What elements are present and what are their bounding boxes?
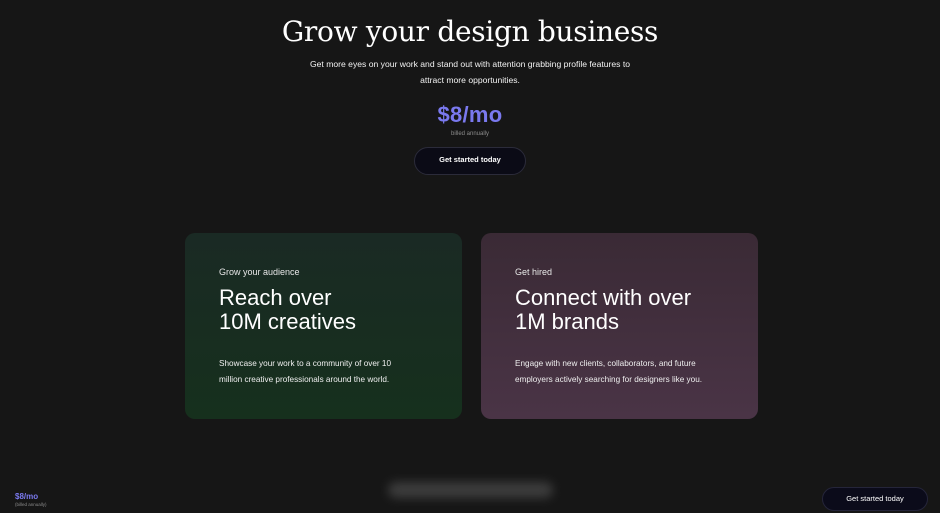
audience-card-body: Showcase your work to a community of ove… — [219, 359, 392, 384]
page-title: Grow your design business — [281, 15, 659, 48]
hired-card: Get hired Connect with over 1M brands En… — [481, 233, 758, 419]
billing-note: billed annually — [450, 131, 490, 137]
hired-card-body: Engage with new clients, collaborators, … — [515, 359, 703, 384]
blurred-banner — [388, 482, 553, 498]
audience-card-eyebrow: Grow your audience — [219, 267, 300, 277]
get-started-button[interactable]: Get started today — [414, 147, 526, 175]
price-amount: $8/mo — [437, 102, 503, 127]
hero-section: Grow your design business Get more eyes … — [0, 0, 940, 175]
audience-card: Grow your audience Reach over 10M creati… — [185, 233, 462, 419]
footer-price-amount: $8/mo — [15, 492, 39, 501]
hired-card-headline: Connect with over 1M brands — [515, 285, 692, 334]
footer-price: $8/mo (billed annually) — [15, 492, 47, 507]
footer-get-started-button[interactable]: Get started today — [822, 487, 928, 511]
footer-billing-note: (billed annually) — [15, 502, 47, 507]
hero-subtitle: Get more eyes on your work and stand out… — [309, 59, 631, 85]
hired-card-eyebrow: Get hired — [515, 267, 553, 277]
audience-card-headline: Reach over 10M creatives — [219, 285, 356, 334]
